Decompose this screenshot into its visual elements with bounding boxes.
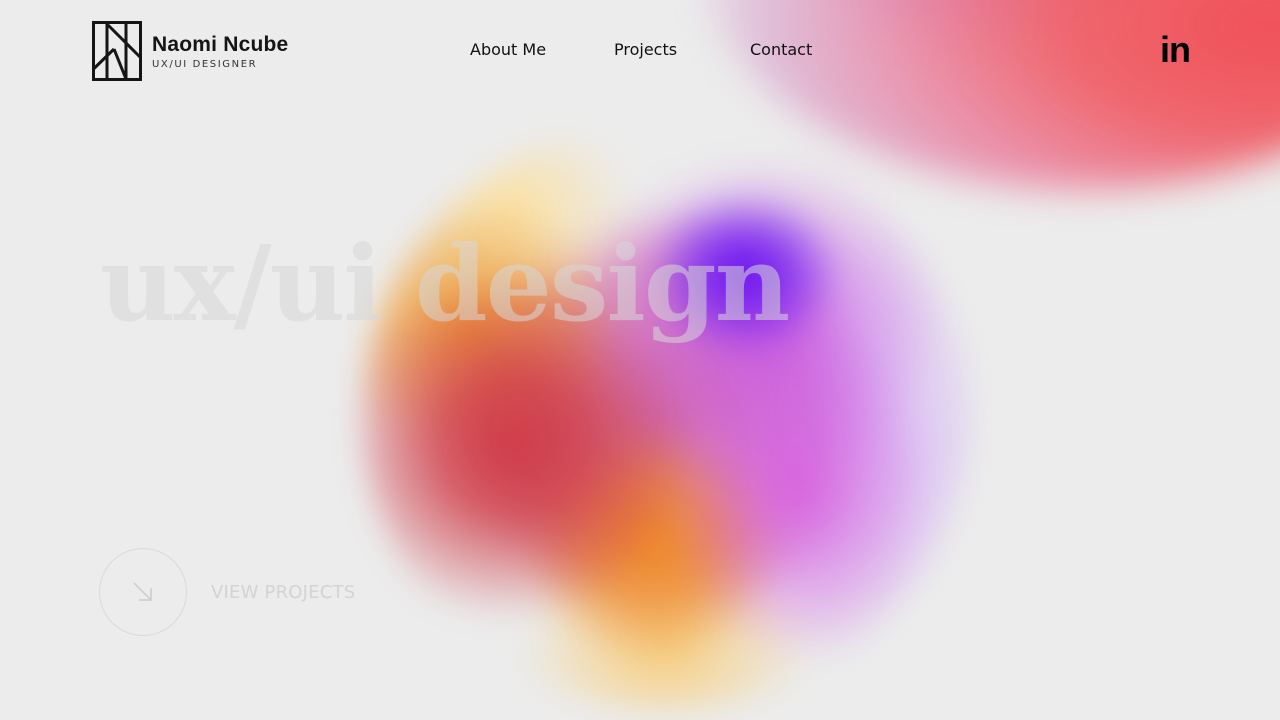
gradient-orb — [360, 120, 970, 710]
hero-title: ux/ui design — [100, 222, 790, 345]
arrow-down-right-icon — [133, 582, 152, 601]
brand-name: Naomi Ncube — [152, 32, 289, 56]
logo-text: Naomi Ncube UX/UI DESIGNER — [152, 33, 288, 70]
nav-item-projects[interactable]: Projects — [614, 40, 677, 59]
nk-monogram-icon — [92, 21, 142, 81]
view-projects-label: VIEW PROJECTS — [211, 581, 356, 603]
brand-role: UX/UI DESIGNER — [152, 58, 258, 70]
linkedin-icon[interactable]: in — [1160, 32, 1191, 68]
cta-circle — [99, 548, 187, 636]
nav-item-about-me[interactable]: About Me — [470, 40, 546, 59]
nav-item-contact[interactable]: Contact — [750, 40, 812, 59]
page: ux/ui design Naomi Ncube UX/UI DESIGNER … — [0, 0, 1280, 720]
view-projects-button[interactable]: VIEW PROJECTS — [99, 548, 355, 636]
logo[interactable]: Naomi Ncube UX/UI DESIGNER — [92, 21, 288, 81]
